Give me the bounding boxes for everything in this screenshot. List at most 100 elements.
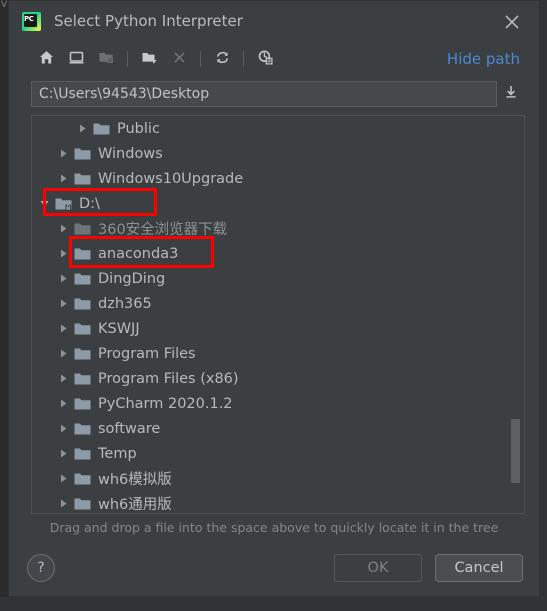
tree-row[interactable]: Program Files	[32, 341, 524, 366]
tree-row[interactable]: dzh365	[32, 291, 524, 316]
path-dropdown-button[interactable]	[497, 81, 525, 107]
chevron-right-icon[interactable]	[57, 372, 70, 385]
dialog-button-bar: ? OK Cancel	[9, 540, 539, 596]
chevron-right-icon[interactable]	[57, 147, 70, 160]
chevron-right-icon[interactable]	[57, 322, 70, 335]
tree-row-label: D:\	[79, 195, 100, 212]
pycharm-logo-icon: PC	[22, 11, 41, 31]
folder-icon	[74, 372, 91, 386]
folder-icon	[74, 422, 91, 436]
chevron-right-icon[interactable]	[57, 472, 70, 485]
tree-row-label: KSWJJ	[98, 320, 140, 337]
chevron-right-icon[interactable]	[57, 172, 70, 185]
new-folder-button[interactable]	[134, 46, 164, 72]
tree-scrollbar-thumb[interactable]	[511, 419, 520, 483]
tree-row-label: anaconda3	[98, 245, 179, 262]
tree-row[interactable]: DingDing	[32, 266, 524, 291]
tree-row[interactable]: Temp	[32, 441, 524, 466]
chevron-right-icon[interactable]	[76, 122, 89, 135]
home-button[interactable]	[31, 46, 61, 72]
tree-row-label: Windows10Upgrade	[98, 170, 244, 187]
chevron-right-icon[interactable]	[57, 222, 70, 235]
tree-row-label: Windows	[98, 145, 163, 162]
toolbar-separator	[127, 51, 128, 67]
background-right-strip	[540, 0, 547, 611]
show-hidden-button[interactable]	[250, 46, 280, 72]
help-button[interactable]: ?	[27, 554, 55, 582]
tree-row[interactable]: 360安全浏览器下载	[32, 216, 524, 241]
directory-tree-panel: Public Windows Windows10Upgrade D:\ 360安全浏览器…	[31, 115, 525, 514]
tree-row[interactable]: Windows10Upgrade	[32, 166, 524, 191]
tree-row-label: 360安全浏览器下载	[98, 222, 228, 238]
path-input[interactable]: C:\Users\94543\Desktop	[31, 81, 497, 107]
chevron-right-icon[interactable]	[57, 347, 70, 360]
chevron-right-icon[interactable]	[57, 297, 70, 310]
tree-row-label: Temp	[98, 445, 137, 462]
select-python-interpreter-dialog: PC Select Python Interpreter Hide path C…	[8, 0, 540, 597]
folder-icon	[74, 447, 91, 461]
tree-row[interactable]: PyCharm 2020.1.2	[32, 391, 524, 416]
tree-row-label: Public	[117, 120, 160, 137]
hide-path-link[interactable]: Hide path	[447, 50, 520, 68]
dialog-title: Select Python Interpreter	[54, 12, 243, 30]
chevron-right-icon[interactable]	[57, 272, 70, 285]
tree-row-label: Program Files	[98, 345, 196, 362]
desktop-button[interactable]	[61, 46, 91, 72]
file-chooser-toolbar: Hide path	[9, 41, 539, 77]
tree-row-label: wh6通用版	[98, 497, 172, 513]
tree-row[interactable]: D:\	[32, 191, 524, 216]
folder-icon	[74, 147, 91, 161]
chevron-right-icon[interactable]	[57, 397, 70, 410]
chevron-right-icon[interactable]	[57, 422, 70, 435]
delete-x-icon	[171, 49, 188, 70]
folder-icon	[74, 497, 91, 511]
tree-row-label: DingDing	[98, 270, 166, 287]
close-icon[interactable]	[499, 9, 525, 35]
folder-icon	[74, 222, 91, 236]
tree-row[interactable]: KSWJJ	[32, 316, 524, 341]
folder-icon	[74, 297, 91, 311]
tree-row[interactable]: Windows	[32, 141, 524, 166]
tree-row[interactable]: Public	[32, 116, 524, 141]
folder-icon	[74, 347, 91, 361]
tree-row[interactable]: Program Files (x86)	[32, 366, 524, 391]
tree-row[interactable]: wh6通用版	[32, 491, 524, 513]
folder-icon	[74, 397, 91, 411]
tree-row[interactable]: anaconda3	[32, 241, 524, 266]
download-arrow-icon	[503, 84, 519, 104]
directory-tree[interactable]: Public Windows Windows10Upgrade D:\ 360安全浏览器…	[32, 116, 524, 513]
tree-row-label: PyCharm 2020.1.2	[98, 395, 233, 412]
tree-row-label: dzh365	[98, 295, 152, 312]
chevron-right-icon[interactable]	[57, 497, 70, 510]
delete-button	[164, 46, 194, 72]
toolbar-separator	[200, 51, 201, 67]
project-dir-button	[91, 46, 121, 72]
ok-button[interactable]: OK	[334, 554, 422, 582]
folder-icon	[74, 472, 91, 486]
drag-drop-hint: Drag and drop a file into the space abov…	[49, 519, 499, 535]
refresh-button[interactable]	[207, 46, 237, 72]
chevron-right-icon[interactable]	[57, 447, 70, 460]
dialog-titlebar: PC Select Python Interpreter	[9, 1, 539, 41]
cancel-button[interactable]: Cancel	[435, 554, 523, 582]
refresh-icon	[214, 49, 231, 70]
desktop-icon	[68, 49, 85, 70]
tree-row[interactable]: software	[32, 416, 524, 441]
project-folder-icon	[98, 49, 115, 70]
path-row: C:\Users\94543\Desktop	[9, 77, 539, 111]
background-bottom-strip	[0, 597, 547, 611]
pycharm-logo-text: PC	[24, 14, 34, 23]
tree-row-label: software	[98, 420, 161, 437]
tree-scrollbar[interactable]	[509, 116, 522, 513]
folder-icon	[74, 322, 91, 336]
tree-row-label: wh6模拟版	[98, 472, 172, 488]
home-icon	[38, 49, 55, 70]
tree-row[interactable]: wh6模拟版	[32, 466, 524, 491]
tree-row-label: Program Files (x86)	[98, 370, 239, 387]
folder-icon	[74, 247, 91, 261]
chevron-right-icon[interactable]	[57, 247, 70, 260]
folder-icon	[93, 122, 110, 136]
chevron-down-icon[interactable]	[38, 197, 51, 210]
folder-locked-icon	[55, 197, 72, 211]
toolbar-separator	[243, 51, 244, 67]
